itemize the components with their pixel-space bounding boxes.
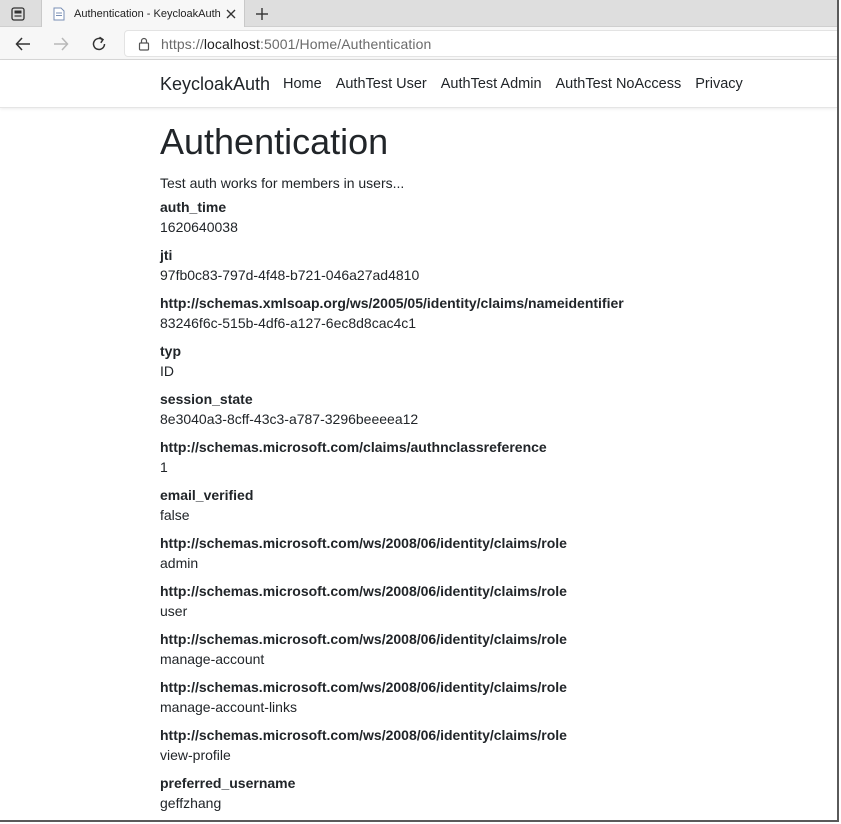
claim-item: http://schemas.microsoft.com/ws/2008/06/… — [160, 677, 817, 717]
intro-text: Test auth works for members in users... — [160, 175, 405, 192]
nav-link-authtest-noaccess[interactable]: AuthTest NoAccess — [556, 76, 682, 92]
claim-type: http://schemas.microsoft.com/ws/2008/06/… — [160, 679, 567, 696]
site-brand[interactable]: KeycloakAuth — [160, 74, 270, 95]
claim-item: http://schemas.microsoft.com/ws/2008/06/… — [160, 581, 817, 621]
claim-item: preferred_username geffzhang — [160, 773, 817, 813]
page-title: Authentication — [160, 121, 389, 162]
claim-value: geffzhang — [160, 795, 222, 812]
claim-type: jti — [160, 247, 173, 264]
claim-value: manage-account-links — [160, 699, 297, 716]
tab-title: Authentication - KeycloakAuth — [74, 7, 221, 20]
claim-value: view-profile — [160, 747, 231, 764]
lock-icon[interactable] — [137, 36, 151, 52]
nav-link-authtest-admin[interactable]: AuthTest Admin — [441, 76, 542, 92]
claim-value: 83246f6c-515b-4df6-a127-6ec8d8cac4c1 — [160, 315, 417, 332]
plus-icon[interactable] — [252, 4, 272, 24]
tab-strip: Authentication - KeycloakAuth — [0, 0, 837, 27]
claim-item: http://schemas.xmlsoap.org/ws/2005/05/id… — [160, 293, 817, 333]
forward-arrow-icon[interactable] — [50, 33, 72, 55]
browser-tab[interactable]: Authentication - KeycloakAuth — [41, 0, 245, 27]
page-favicon-icon — [52, 7, 66, 21]
claim-value: 8e3040a3-8cff-43c3-a787-3296beeeea12 — [160, 411, 419, 428]
claim-type: email_verified — [160, 487, 254, 504]
main-content: Authentication Test auth works for membe… — [160, 120, 817, 820]
claim-type: auth_time — [160, 199, 227, 216]
url-path: :5001/Home/Authentication — [259, 35, 432, 52]
claim-value: manage-account — [160, 651, 265, 668]
back-arrow-icon[interactable] — [12, 33, 34, 55]
close-icon[interactable] — [222, 5, 240, 23]
claim-item: http://schemas.microsoft.com/claims/auth… — [160, 437, 817, 477]
claim-value: 1620640038 — [160, 219, 238, 236]
site-navbar: KeycloakAuth Home AuthTest User AuthTest… — [0, 60, 837, 108]
claim-type: http://schemas.microsoft.com/claims/auth… — [160, 439, 547, 456]
claim-value: ID — [160, 363, 174, 380]
url-host: localhost — [203, 35, 260, 52]
claim-type: http://schemas.microsoft.com/ws/2008/06/… — [160, 583, 567, 600]
nav-link-home[interactable]: Home — [283, 76, 322, 92]
claim-type: typ — [160, 343, 181, 360]
claim-item: session_state 8e3040a3-8cff-43c3-a787-32… — [160, 389, 817, 429]
browser-toolbar: https://localhost:5001/Home/Authenticati… — [0, 27, 837, 60]
claim-value: admin — [160, 555, 199, 572]
claim-value: false — [160, 507, 190, 524]
url-text: https://localhost:5001/Home/Authenticati… — [161, 36, 431, 52]
tab-actions-icon[interactable] — [8, 5, 28, 23]
claim-item: jti 97fb0c83-797d-4f48-b721-046a27ad4810 — [160, 245, 817, 285]
claim-type: session_state — [160, 391, 253, 408]
claim-value: 97fb0c83-797d-4f48-b721-046a27ad4810 — [160, 267, 420, 284]
claim-item: typ ID — [160, 341, 817, 381]
claim-type: http://schemas.microsoft.com/ws/2008/06/… — [160, 727, 567, 744]
url-scheme: https:// — [161, 35, 204, 52]
claim-type: http://schemas.xmlsoap.org/ws/2005/05/id… — [160, 295, 624, 312]
claim-type: http://schemas.microsoft.com/ws/2008/06/… — [160, 631, 567, 648]
nav-link-authtest-user[interactable]: AuthTest User — [336, 76, 427, 92]
nav-links: Home AuthTest User AuthTest Admin AuthTe… — [283, 76, 757, 92]
claim-type: http://schemas.microsoft.com/ws/2008/06/… — [160, 535, 567, 552]
claim-item: http://schemas.microsoft.com/ws/2008/06/… — [160, 629, 817, 669]
claim-item: http://schemas.microsoft.com/ws/2008/06/… — [160, 533, 817, 573]
address-bar[interactable]: https://localhost:5001/Home/Authenticati… — [124, 30, 837, 57]
claim-item: auth_time 1620640038 — [160, 197, 817, 237]
claim-item: http://schemas.microsoft.com/ws/2008/06/… — [160, 725, 817, 765]
browser-window: Authentication - KeycloakAuth https://lo… — [0, 0, 839, 822]
refresh-icon[interactable] — [88, 33, 110, 55]
nav-link-privacy[interactable]: Privacy — [695, 76, 743, 92]
claim-value: 1 — [160, 459, 168, 476]
claim-type: preferred_username — [160, 775, 296, 792]
claim-item: email_verified false — [160, 485, 817, 525]
claim-value: user — [160, 603, 188, 620]
